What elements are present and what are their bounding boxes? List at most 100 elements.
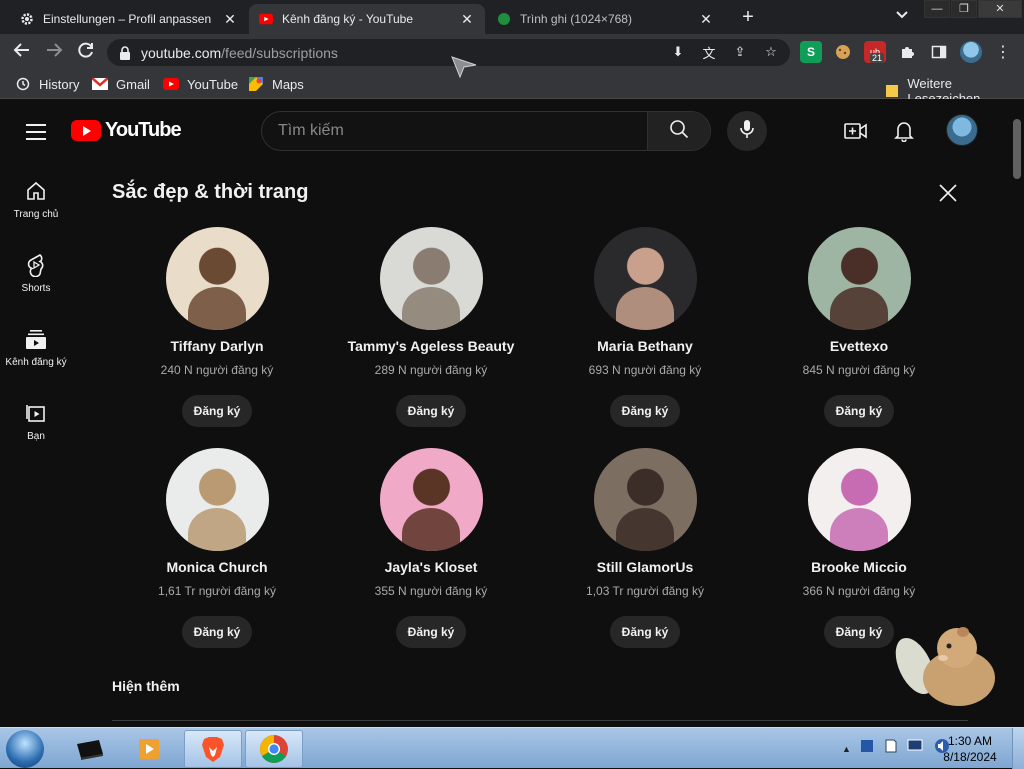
channel-name[interactable]: Monica Church <box>110 559 324 575</box>
lock-icon[interactable] <box>119 45 131 60</box>
channel-card[interactable]: Tiffany Darlyn 240 N người đăng ký Đăng ký <box>110 227 324 437</box>
channel-card[interactable]: Monica Church 1,61 Tr người đăng ký Đăng k… <box>110 448 324 658</box>
subscribe-button[interactable]: Đăng ký <box>609 616 681 648</box>
microphone-icon <box>740 119 754 144</box>
channel-name[interactable]: Brooke Miccio <box>752 559 966 575</box>
show-desktop-button[interactable] <box>1012 728 1024 769</box>
channel-avatar[interactable] <box>807 227 911 330</box>
minimize-icon[interactable]: — <box>924 0 950 18</box>
channel-name[interactable]: Tiffany Darlyn <box>110 338 324 354</box>
channel-name[interactable]: Evettexo <box>752 338 966 354</box>
new-tab-button[interactable]: + <box>736 6 760 30</box>
explorer-icon[interactable] <box>60 730 118 768</box>
translate-icon[interactable]: 文 <box>700 43 718 61</box>
show-more-button[interactable]: Hiện thêm <box>112 678 180 694</box>
bookmark-youtube[interactable]: YouTube <box>163 76 238 92</box>
tab-youtube-subscriptions[interactable]: Kênh đăng ký - YouTube ✕ <box>249 4 485 34</box>
guide-label: Shorts <box>21 283 51 294</box>
subscribe-button[interactable]: Đăng ký <box>181 395 253 427</box>
media-player-icon[interactable] <box>120 730 178 768</box>
channel-card[interactable]: Still GlamorUs 1,03 Tr người đăng ký Đăng … <box>538 448 752 658</box>
close-tab-icon[interactable]: ✕ <box>698 11 714 28</box>
subscribe-button[interactable]: Đăng ký <box>823 395 895 427</box>
subscribe-button[interactable]: Đăng ký <box>609 395 681 427</box>
channel-name[interactable]: Still GlamorUs <box>538 559 752 575</box>
subscriber-count: 240 N người đăng ký <box>160 363 274 377</box>
start-button-icon[interactable] <box>6 730 44 768</box>
tray-action-center-icon[interactable] <box>883 738 899 759</box>
extension-s-icon[interactable]: S <box>800 41 822 63</box>
account-avatar[interactable] <box>946 114 978 146</box>
restore-icon[interactable]: ❐ <box>951 0 977 18</box>
subscriber-count: 355 N người đăng ký <box>374 584 488 598</box>
reload-icon[interactable] <box>75 41 97 63</box>
create-video-icon[interactable] <box>844 119 868 143</box>
search-box <box>261 111 711 151</box>
channel-avatar[interactable] <box>165 448 269 551</box>
notifications-bell-icon[interactable] <box>892 119 916 143</box>
tray-expand-icon[interactable]: ▲ <box>842 744 851 754</box>
bookmark-history[interactable]: History <box>15 76 79 92</box>
channel-name[interactable]: Maria Bethany <box>538 338 752 354</box>
channel-avatar[interactable] <box>379 227 483 330</box>
tab-recorder[interactable]: Trình ghi (1024×768) ✕ <box>487 4 724 34</box>
close-window-icon[interactable]: ✕ <box>978 0 1022 18</box>
channel-name[interactable]: Jayla's Kloset <box>324 559 538 575</box>
subscribe-button[interactable]: Đăng ký <box>395 395 467 427</box>
bookmark-gmail[interactable]: Gmail <box>92 76 150 92</box>
channel-card[interactable]: Tammy's Ageless Beauty 289 N người đăng k… <box>324 227 538 437</box>
chrome-icon[interactable] <box>245 730 303 768</box>
bookmark-star-icon[interactable]: ☆ <box>762 43 780 61</box>
guide-item-shorts[interactable]: Shorts <box>0 237 72 311</box>
guide-item-home[interactable]: Trang chủ <box>0 163 72 237</box>
channel-card[interactable]: Evettexo 845 N người đăng ký Đăng ký <box>752 227 966 437</box>
address-bar[interactable]: youtube.com/feed/subscriptions ⬇ 文 ⇪ ☆ <box>107 39 790 66</box>
extension-badge-icon[interactable]: ub 21 <box>864 41 886 63</box>
tab-search-icon[interactable] <box>896 8 908 22</box>
dismiss-close-icon[interactable] <box>936 181 960 205</box>
guide-menu-icon[interactable] <box>24 119 48 143</box>
scrollbar-thumb[interactable] <box>1013 119 1021 179</box>
tray-app-icon[interactable] <box>859 738 875 759</box>
close-tab-icon[interactable]: ✕ <box>459 11 475 28</box>
page-scrollbar[interactable] <box>1010 99 1024 727</box>
section-divider <box>112 720 968 721</box>
clock-time: 1:30 AM <box>947 734 993 748</box>
share-icon[interactable]: ⇪ <box>731 43 749 61</box>
channel-avatar[interactable] <box>807 448 911 551</box>
install-app-icon[interactable]: ⬇ <box>669 43 687 61</box>
brave-icon[interactable] <box>184 730 242 768</box>
subscribe-button[interactable]: Đăng ký <box>823 616 895 648</box>
channel-name[interactable]: Tammy's Ageless Beauty <box>324 338 538 354</box>
tab-settings[interactable]: Einstellungen – Profil anpassen ✕ <box>10 4 248 34</box>
windows-taskbar: ▲ 1:30 AM 8/18/2024 <box>0 727 1024 769</box>
channel-avatar[interactable] <box>165 227 269 330</box>
cookie-icon[interactable] <box>832 41 854 63</box>
voice-search-button[interactable] <box>727 111 767 151</box>
search-input[interactable] <box>262 112 647 150</box>
guide-item-you[interactable]: Bạn <box>0 385 72 459</box>
channel-avatar[interactable] <box>593 227 697 330</box>
subscribe-button[interactable]: Đăng ký <box>395 616 467 648</box>
search-button[interactable] <box>647 112 710 150</box>
channel-card[interactable]: Jayla's Kloset 355 N người đăng ký Đăng ký <box>324 448 538 658</box>
subscribe-button[interactable]: Đăng ký <box>181 616 253 648</box>
network-icon[interactable] <box>907 739 925 758</box>
extensions-puzzle-icon[interactable] <box>896 41 918 63</box>
bookmarks-bar: History Gmail YouTube Maps Weitere Lesez… <box>0 70 1024 106</box>
profile-avatar-icon[interactable] <box>960 41 982 63</box>
channel-card[interactable]: Maria Bethany 693 N người đăng ký Đăng ký <box>538 227 752 437</box>
side-panel-icon[interactable] <box>928 41 950 63</box>
system-clock[interactable]: 1:30 AM 8/18/2024 <box>936 733 1004 765</box>
browser-menu-icon[interactable]: ⋮ <box>992 41 1014 63</box>
back-icon[interactable] <box>11 41 33 63</box>
close-tab-icon[interactable]: ✕ <box>222 11 238 28</box>
tab-title: Kênh đăng ký - YouTube <box>282 12 413 26</box>
forward-icon[interactable] <box>43 41 65 63</box>
channel-avatar[interactable] <box>593 448 697 551</box>
channel-avatar[interactable] <box>379 448 483 551</box>
bookmark-maps[interactable]: Maps <box>248 76 304 92</box>
guide-item-subscriptions[interactable]: Kênh đăng ký <box>0 311 72 385</box>
youtube-logo[interactable]: YouTube <box>71 119 182 142</box>
shorts-icon <box>24 253 48 277</box>
